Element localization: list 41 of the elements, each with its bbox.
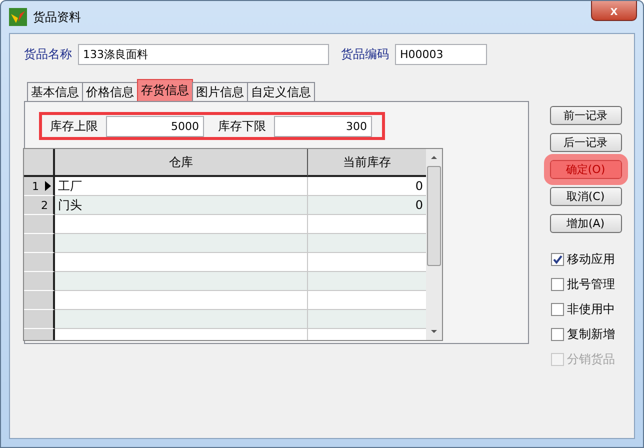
text-field[interactable]: H00003 bbox=[395, 44, 487, 64]
tab[interactable]: 自定义信息 bbox=[247, 82, 315, 101]
tab[interactable]: 基本信息 bbox=[27, 82, 83, 101]
tab[interactable]: 价格信息 bbox=[82, 82, 138, 101]
row-header[interactable] bbox=[24, 272, 55, 291]
table-cell: 工厂 bbox=[55, 177, 308, 196]
number-field[interactable]: 5000 bbox=[106, 116, 204, 136]
row-number[interactable]: 2 bbox=[24, 196, 55, 215]
window-title: 货品资料 bbox=[33, 8, 81, 26]
checkbox[interactable] bbox=[551, 328, 564, 341]
row-header[interactable] bbox=[24, 253, 55, 272]
checkbox-label: 复制新增 bbox=[567, 326, 615, 343]
number-field[interactable]: 300 bbox=[274, 116, 372, 136]
checkbox-label: 移动应用 bbox=[567, 251, 615, 268]
tab[interactable]: 存货信息 bbox=[137, 79, 193, 101]
field-label: 库存下限 bbox=[218, 118, 266, 134]
row-number[interactable]: 1 bbox=[24, 177, 55, 196]
field-label: 货品编码 bbox=[341, 46, 389, 62]
field-label: 库存上限 bbox=[50, 118, 98, 134]
corner-cell bbox=[24, 149, 55, 177]
logo-icon bbox=[9, 8, 27, 26]
field-label: 货品名称 bbox=[24, 46, 72, 62]
checkbox-label: 分销货品 bbox=[567, 351, 615, 368]
checkbox[interactable] bbox=[551, 278, 564, 291]
text-field[interactable]: 133涤良面料 bbox=[78, 44, 329, 64]
column-header[interactable]: 仓库 bbox=[55, 149, 308, 177]
checkbox[interactable] bbox=[551, 303, 564, 316]
row-header[interactable] bbox=[24, 234, 55, 253]
table-cell: 门头 bbox=[55, 196, 308, 215]
row-header[interactable] bbox=[24, 215, 55, 234]
checkbox[interactable] bbox=[551, 253, 564, 266]
row-header[interactable] bbox=[24, 310, 55, 329]
row-header[interactable] bbox=[24, 291, 55, 310]
scrollbar[interactable] bbox=[426, 149, 442, 340]
current-row-icon bbox=[45, 181, 51, 191]
table-cell: 0 bbox=[308, 196, 426, 215]
checkbox-label: 非使用中 bbox=[567, 301, 615, 318]
close-button[interactable]: x bbox=[591, 1, 637, 21]
column-header[interactable]: 当前库存 bbox=[308, 149, 426, 177]
checkbox-label: 批号管理 bbox=[567, 276, 615, 293]
tab[interactable]: 图片信息 bbox=[192, 82, 248, 101]
